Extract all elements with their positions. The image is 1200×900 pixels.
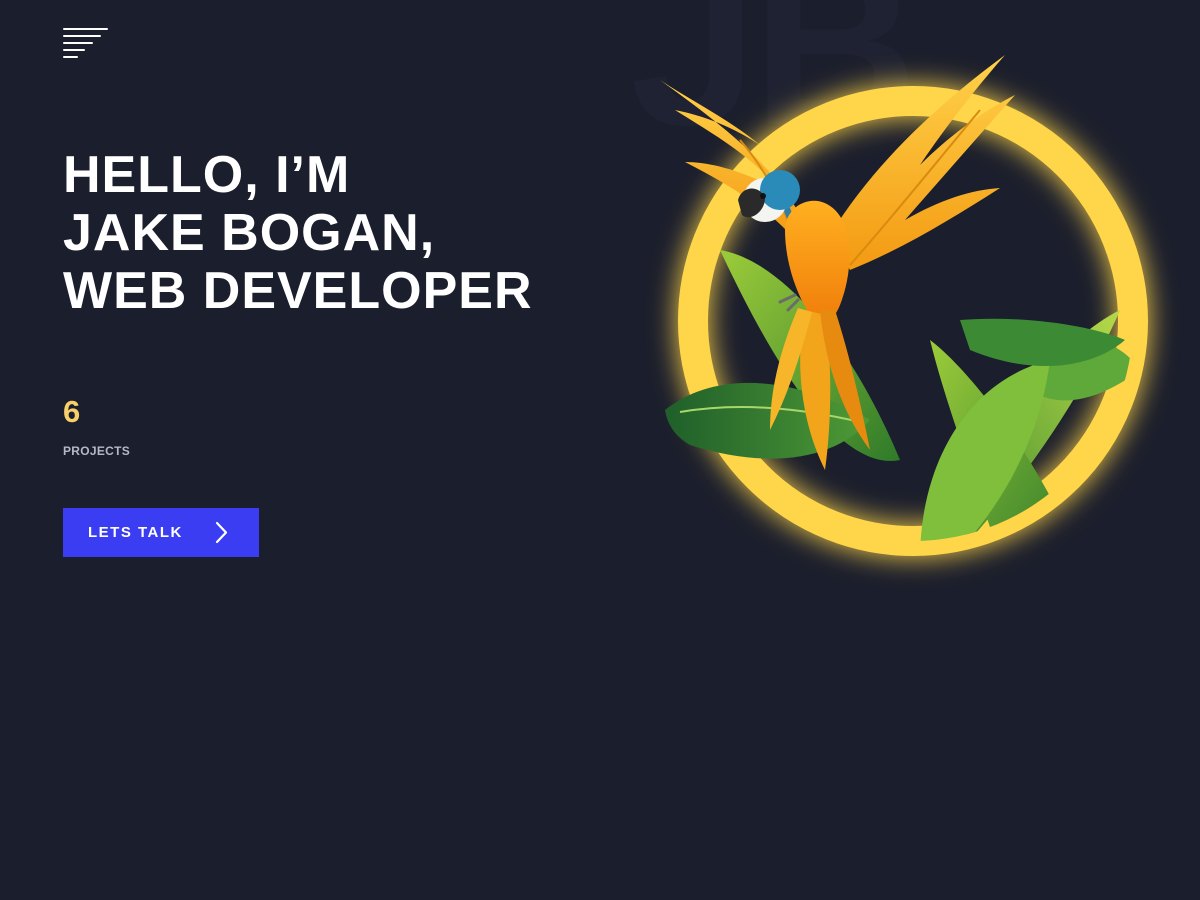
lets-talk-label: LETS TALK [88, 524, 183, 541]
chevron-right-icon [215, 521, 228, 544]
hero-headline: HELLO, I’M JAKE BOGAN, WEB DEVELOPER [63, 146, 533, 320]
headline-line-3: WEB DEVELOPER [63, 262, 533, 320]
projects-count: 6 [63, 394, 81, 429]
banana-leaves [665, 250, 1133, 541]
landing-page: JB HELLO, I’M JAKE BOGAN, WEB DEVELOPER … [0, 0, 1200, 900]
projects-label: PROJECTS [63, 444, 131, 458]
headline-line-1: HELLO, I’M [63, 146, 351, 204]
lets-talk-button[interactable]: LETS TALK [63, 508, 259, 557]
parrot-illustration [660, 55, 1148, 556]
headline-line-2: JAKE BOGAN, [63, 204, 436, 262]
hamburger-menu-icon[interactable] [63, 28, 109, 58]
